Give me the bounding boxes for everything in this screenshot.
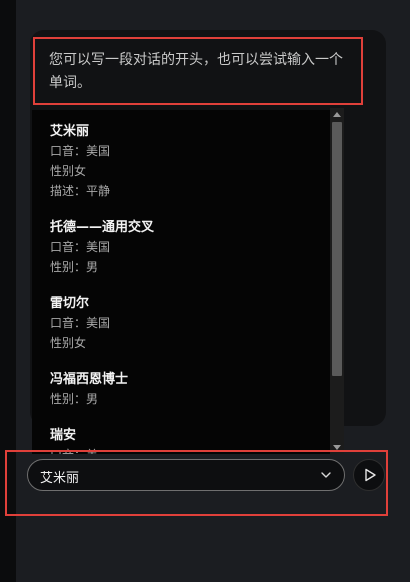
voice-accent: 口音：美国 — [50, 144, 111, 158]
voice-select[interactable]: 艾米丽 — [27, 459, 345, 491]
voice-name: 冯福西恩博士 — [50, 372, 129, 387]
voice-gender: 性别女 — [50, 336, 87, 350]
voice-option-todd[interactable]: 托德——通用交叉 口音：美国 性别：男 — [50, 218, 154, 277]
voice-select-value: 艾米丽 — [40, 471, 80, 486]
voice-accent: 口音：美国 — [50, 316, 111, 330]
voice-gender: 性别女 — [50, 164, 87, 178]
scroll-thumb[interactable] — [332, 122, 342, 376]
play-icon — [365, 468, 376, 482]
voice-description: 描述：平静 — [50, 184, 111, 198]
voice-accent: 口音：美国 — [50, 240, 111, 254]
voice-gender: 性别：男 — [50, 392, 99, 406]
voice-option-dr-von-fusion[interactable]: 冯福西恩博士 性别：男 — [50, 370, 128, 409]
voice-name: 瑞安 — [50, 428, 77, 443]
voice-name: 艾米丽 — [50, 124, 90, 139]
voice-option-rachel[interactable]: 雷切尔 口音：美国 性别女 — [50, 294, 110, 353]
voice-option-emily[interactable]: 艾米丽 口音：美国 性别女 描述：平静 — [50, 122, 110, 201]
chevron-down-icon — [321, 472, 331, 478]
voice-gender: 性别：男 — [50, 260, 99, 274]
prompt-placeholder-text: 您可以写一段对话的开头，也可以尝试输入一个单词。 — [49, 52, 343, 91]
play-button[interactable] — [353, 459, 385, 491]
voice-name: 托德——通用交叉 — [50, 220, 155, 235]
dropdown-scrollbar[interactable] — [330, 108, 344, 454]
voice-name: 雷切尔 — [50, 296, 90, 311]
voice-dropdown-list[interactable]: 艾米丽 口音：美国 性别女 描述：平静 托德——通用交叉 口音：美国 性别：男 … — [32, 110, 331, 454]
prompt-highlight-box: 您可以写一段对话的开头，也可以尝试输入一个单词。 — [33, 37, 363, 105]
scroll-up-arrow-icon[interactable] — [333, 112, 341, 117]
